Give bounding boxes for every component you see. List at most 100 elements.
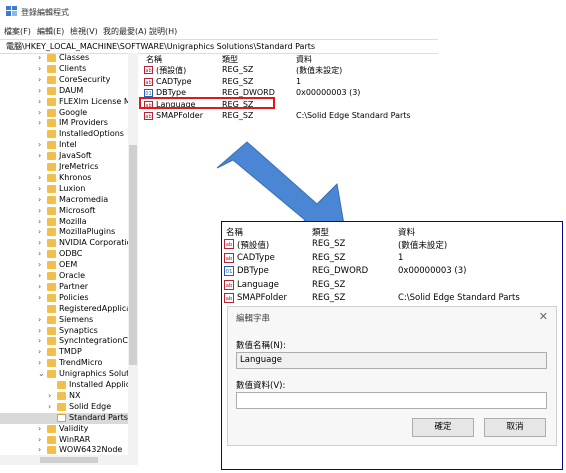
value-data-field[interactable] <box>236 392 547 409</box>
tree-item[interactable]: › FLEXlm License Mar <box>0 97 138 108</box>
chevron-right-icon[interactable]: › <box>38 75 41 84</box>
value-row[interactable]: ab SMAPFolder REG_SZ C:\Solid Edge Standard… <box>140 111 438 122</box>
tree-item[interactable]: › Microsoft <box>0 206 138 217</box>
address-bar[interactable]: 電腦\HKEY_LOCAL_MACHINE\SOFTWARE\Unigraphi… <box>0 39 438 54</box>
tree-item[interactable]: › ODBC <box>0 249 138 260</box>
chevron-right-icon[interactable]: › <box>38 347 41 356</box>
chevron-right-icon[interactable]: › <box>38 435 41 444</box>
title-bar: 登錄編輯程式 <box>0 0 438 24</box>
column-header-name[interactable]: 名稱 <box>146 54 162 65</box>
chevron-down-icon[interactable]: ⌄ <box>38 369 45 378</box>
folder-icon <box>47 119 56 128</box>
tree-item[interactable]: › Classes <box>0 53 138 64</box>
folder-icon <box>47 130 56 139</box>
chevron-right-icon[interactable]: › <box>38 108 41 117</box>
menu-view[interactable]: 檢視(V) <box>70 26 98 37</box>
column-header-type[interactable]: 類型 <box>222 54 238 65</box>
tree-item[interactable]: JreMetrics <box>0 162 138 173</box>
menu-favorites[interactable]: 我的最愛(A) <box>103 26 147 37</box>
tree-item[interactable]: › NX <box>0 391 138 402</box>
tree-item[interactable]: › Google <box>0 108 138 119</box>
tree-item-label: Intel <box>59 140 77 150</box>
close-icon[interactable]: ✕ <box>539 310 548 323</box>
tree-item[interactable]: › TMDP <box>0 347 138 358</box>
tree-item[interactable]: › Mozilla <box>0 217 138 228</box>
chevron-right-icon[interactable]: › <box>38 358 41 367</box>
chevron-right-icon[interactable]: › <box>38 293 41 302</box>
chevron-right-icon[interactable]: › <box>38 184 41 193</box>
tree-item-label: NVIDIA Corporation <box>59 238 137 248</box>
tree-item[interactable]: › Solid Edge <box>0 402 138 413</box>
tree-item[interactable]: › Macromedia <box>0 195 138 206</box>
value-data: C:\Solid Edge Standard Parts <box>296 111 411 120</box>
chevron-right-icon[interactable]: › <box>38 336 41 345</box>
chevron-right-icon[interactable]: › <box>38 282 41 291</box>
tree-item[interactable]: Installed Applicat <box>0 380 138 391</box>
tree-scroll-thumb[interactable] <box>129 145 137 365</box>
tree-hscroll-thumb[interactable] <box>40 457 98 463</box>
chevron-right-icon[interactable]: › <box>38 249 41 258</box>
tree-item[interactable]: › NVIDIA Corporation <box>0 238 138 249</box>
chevron-right-icon[interactable]: › <box>38 271 41 280</box>
tree-item-label: Siemens <box>59 314 94 324</box>
value-data-label: 數值資料(V): <box>236 381 286 391</box>
tree-item[interactable]: › Policies <box>0 293 138 304</box>
tree-item[interactable]: RegisteredApplicati <box>0 304 138 315</box>
chevron-right-icon[interactable]: › <box>38 173 41 182</box>
chevron-right-icon[interactable]: › <box>38 53 41 62</box>
ok-button[interactable]: 確定 <box>412 418 474 437</box>
chevron-right-icon[interactable]: › <box>38 206 41 215</box>
folder-icon <box>47 250 56 259</box>
tree-item-label: FLEXlm License Mar <box>59 96 138 106</box>
value-name: DBType <box>156 88 187 97</box>
chevron-right-icon[interactable]: › <box>38 424 41 433</box>
tree-item[interactable]: › WinRAR <box>0 435 138 446</box>
chevron-right-icon[interactable]: › <box>38 86 41 95</box>
tree-item[interactable]: InstalledOptions <box>0 129 138 140</box>
menu-edit[interactable]: 編輯(E) <box>37 26 64 37</box>
chevron-right-icon[interactable]: › <box>38 260 41 269</box>
tree-item[interactable]: › Clients <box>0 64 138 75</box>
menu-help[interactable]: 說明(H) <box>149 26 177 37</box>
chevron-right-icon[interactable]: › <box>38 227 41 236</box>
chevron-right-icon[interactable]: › <box>38 195 41 204</box>
tree-item[interactable]: › CoreSecurity <box>0 75 138 86</box>
chevron-right-icon[interactable]: › <box>38 97 41 106</box>
tree-item[interactable]: › IM Providers <box>0 118 138 129</box>
chevron-right-icon[interactable]: › <box>48 402 51 411</box>
tree-item[interactable]: › SyncIntegrationClie <box>0 336 138 347</box>
tree-item[interactable]: › TrendMicro <box>0 358 138 369</box>
tree-item[interactable]: Standard Parts <box>0 412 138 424</box>
tree-item[interactable]: › Synaptics <box>0 326 138 337</box>
column-header-data[interactable]: 資料 <box>296 54 312 65</box>
tree-item[interactable]: › JavaSoft <box>0 151 138 162</box>
value-row[interactable]: ab CADType REG_SZ 1 <box>140 77 438 88</box>
dialog-title: 編輯字串 <box>236 314 271 324</box>
folder-icon <box>47 446 56 455</box>
menu-file[interactable]: 檔案(F) <box>4 26 31 37</box>
chevron-right-icon[interactable]: › <box>38 64 41 73</box>
value-row[interactable]: ab (預設值) REG_SZ (數值未設定) <box>140 65 438 76</box>
chevron-right-icon[interactable]: › <box>38 118 41 127</box>
tree-item[interactable]: › Luxion <box>0 184 138 195</box>
chevron-right-icon[interactable]: › <box>38 326 41 335</box>
chevron-right-icon[interactable]: › <box>38 217 41 226</box>
cancel-button[interactable]: 取消 <box>484 418 546 437</box>
chevron-right-icon[interactable]: › <box>38 445 41 454</box>
tree-item[interactable]: › Oracle <box>0 271 138 282</box>
tree-item[interactable]: › DAUM <box>0 86 138 97</box>
tree-item[interactable]: › Khronos <box>0 173 138 184</box>
folder-icon <box>47 435 56 444</box>
chevron-right-icon[interactable]: › <box>38 315 41 324</box>
tree-item[interactable]: › Partner <box>0 282 138 293</box>
tree-item[interactable]: › Intel <box>0 140 138 151</box>
tree-item[interactable]: ⌄ Unigraphics Solutio <box>0 369 138 380</box>
tree-item[interactable]: › Siemens <box>0 315 138 326</box>
chevron-right-icon[interactable]: › <box>38 151 41 160</box>
chevron-right-icon[interactable]: › <box>38 140 41 149</box>
tree-item[interactable]: › OEM <box>0 260 138 271</box>
tree-item[interactable]: › Validity <box>0 424 138 435</box>
tree-item[interactable]: › MozillaPlugins <box>0 227 138 238</box>
chevron-right-icon[interactable]: › <box>48 391 51 400</box>
chevron-right-icon[interactable]: › <box>38 238 41 247</box>
